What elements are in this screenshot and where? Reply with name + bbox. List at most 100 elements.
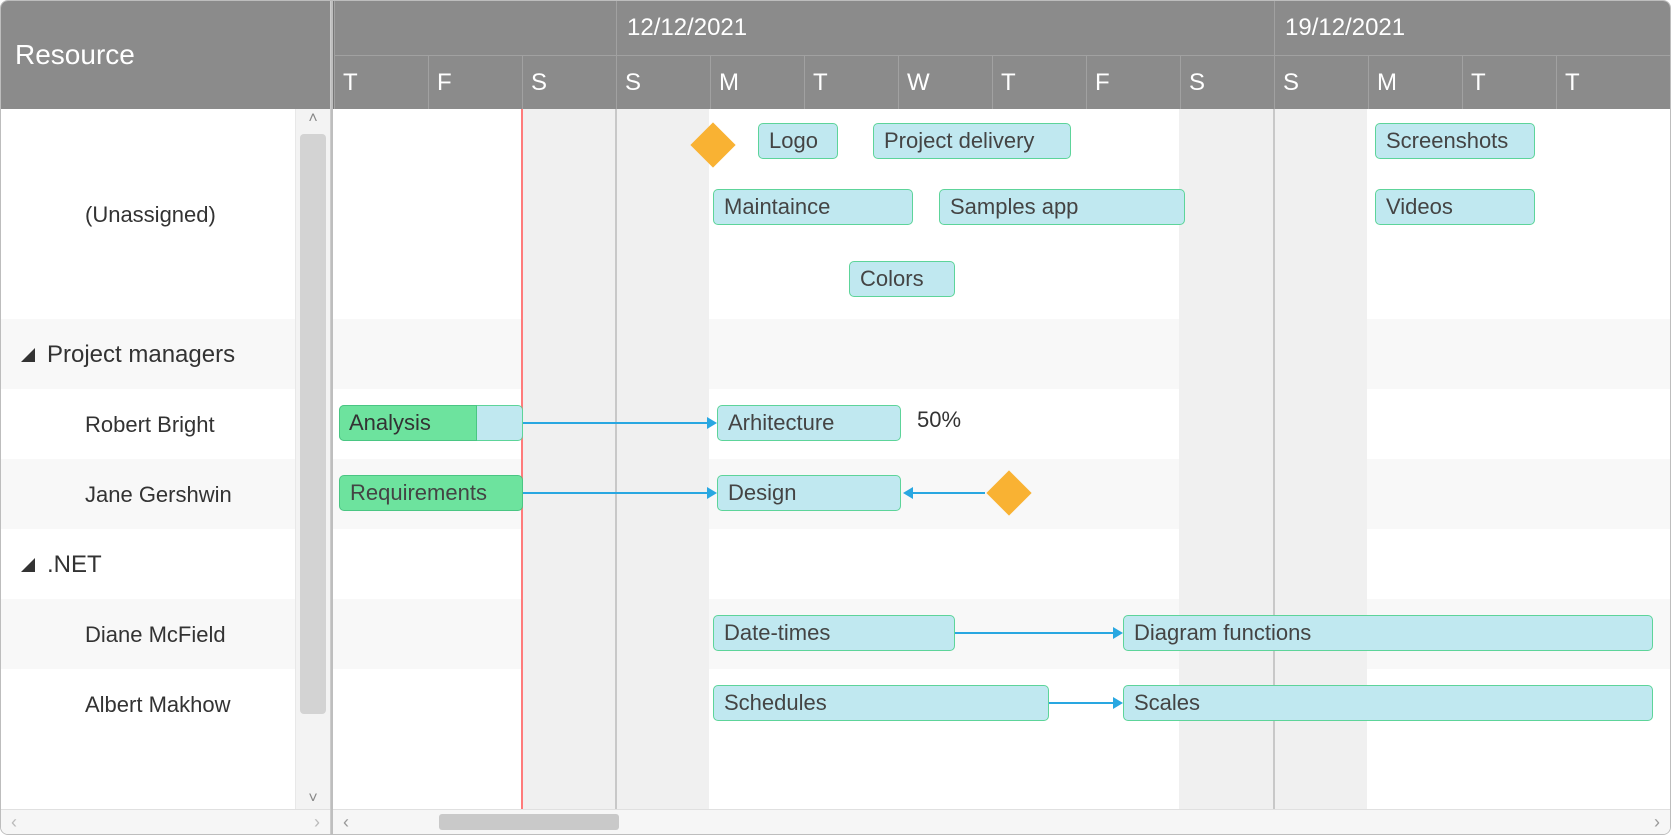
task-label: Videos (1386, 194, 1453, 220)
task-label: Arhitecture (728, 410, 834, 436)
task-label: Analysis (349, 410, 431, 436)
scroll-left-icon[interactable]: ‹ (333, 812, 359, 833)
resource-label: Albert Makhow (85, 692, 231, 718)
resource-row-dotnet[interactable]: .NET (1, 529, 295, 599)
resource-row-diane[interactable]: Diane McField (1, 599, 295, 669)
scroll-left-icon[interactable]: ‹ (11, 812, 17, 833)
day-label: S (1283, 69, 1299, 97)
scroll-right-icon[interactable]: › (314, 812, 320, 833)
day-row: T F S S M T W T F S S M T T (334, 55, 1670, 109)
expander-icon[interactable] (19, 556, 37, 574)
resource-header-label: Resource (15, 39, 135, 71)
resource-body: (Unassigned) Project managers Robert Bri… (1, 109, 330, 809)
resource-row-jane[interactable]: Jane Gershwin (1, 459, 295, 529)
day-cell: T (804, 55, 898, 109)
dependency-arrow-icon (903, 487, 913, 499)
dependency-arrow-icon (707, 487, 717, 499)
gantt-app: Resource (Unassigned) Project managers R… (0, 0, 1671, 835)
task-videos[interactable]: Videos (1375, 189, 1535, 225)
day-label: W (907, 69, 930, 97)
scroll-right-icon[interactable]: › (1644, 812, 1670, 833)
task-progress-label: 50% (917, 407, 961, 433)
col-line (615, 109, 617, 834)
task-screenshots[interactable]: Screenshots (1375, 123, 1535, 159)
day-label: T (1565, 69, 1580, 97)
task-requirements[interactable]: Requirements (339, 475, 523, 511)
day-label: M (1377, 69, 1397, 97)
resource-row-unassigned[interactable]: (Unassigned) (1, 109, 295, 319)
left-footer: ‹ › (1, 809, 330, 834)
day-label: T (1471, 69, 1486, 97)
scroll-thumb[interactable] (439, 814, 619, 830)
task-date-times[interactable]: Date-times (713, 615, 955, 651)
vertical-scrollbar[interactable]: ˄ ˅ (295, 109, 330, 809)
horizontal-scrollbar[interactable]: ‹ › (333, 809, 1670, 834)
resource-tree[interactable]: (Unassigned) Project managers Robert Bri… (1, 109, 295, 809)
resource-label: Diane McField (85, 622, 226, 648)
task-label: Schedules (724, 690, 827, 716)
resource-panel: Resource (Unassigned) Project managers R… (1, 1, 331, 834)
timeline-header: 12/12/2021 19/12/2021 T F S S M T W T F … (333, 1, 1670, 109)
task-maintaince[interactable]: Maintaince (713, 189, 913, 225)
task-label: Maintaince (724, 194, 830, 220)
resource-header: Resource (1, 1, 330, 109)
scroll-track[interactable] (359, 810, 1644, 834)
scroll-thumb[interactable] (300, 134, 326, 714)
task-samples-app[interactable]: Samples app (939, 189, 1185, 225)
week-cell: 19/12/2021 (1274, 1, 1670, 55)
task-scales[interactable]: Scales (1123, 685, 1653, 721)
task-schedules[interactable]: Schedules (713, 685, 1049, 721)
task-label: Diagram functions (1134, 620, 1311, 646)
day-cell: T (1462, 55, 1556, 109)
task-label: Scales (1134, 690, 1200, 716)
dependency-arrow-icon (1113, 697, 1123, 709)
dependency-line (1049, 702, 1115, 704)
dependency-line (955, 632, 1115, 634)
day-label: M (719, 69, 739, 97)
task-label: Logo (769, 128, 818, 154)
task-label: Date-times (724, 620, 830, 646)
timeline-panel: 12/12/2021 19/12/2021 T F S S M T W T F … (331, 1, 1670, 834)
task-logo[interactable]: Logo (758, 123, 838, 159)
task-label: Screenshots (1386, 128, 1508, 154)
task-analysis[interactable]: Analysis (339, 405, 523, 441)
task-colors[interactable]: Colors (849, 261, 955, 297)
resource-row-project-managers[interactable]: Project managers (1, 319, 295, 389)
week-row: 12/12/2021 19/12/2021 (334, 1, 1670, 55)
day-cell: W (898, 55, 992, 109)
day-cell: S (1180, 55, 1274, 109)
day-cell: T (1556, 55, 1670, 109)
day-cell: F (1086, 55, 1180, 109)
task-label: Samples app (950, 194, 1078, 220)
task-label: Project delivery (884, 128, 1034, 154)
resource-row-albert[interactable]: Albert Makhow (1, 669, 295, 739)
task-label: Requirements (350, 480, 487, 506)
scroll-up-icon[interactable]: ˄ (296, 109, 330, 129)
expander-icon[interactable] (19, 346, 37, 364)
day-label: F (437, 69, 452, 97)
resource-label: Project managers (47, 341, 235, 369)
day-cell: S (1274, 55, 1368, 109)
day-cell: S (522, 55, 616, 109)
week-label: 19/12/2021 (1285, 14, 1405, 42)
day-label: S (531, 69, 547, 97)
weekend-shade (521, 109, 615, 809)
dependency-arrow-icon (1113, 627, 1123, 639)
resource-label: Robert Bright (85, 412, 215, 438)
day-cell: F (428, 55, 522, 109)
scroll-down-icon[interactable]: ˅ (296, 789, 330, 809)
resource-label: .NET (47, 551, 102, 579)
day-cell: T (992, 55, 1086, 109)
task-arhitecture[interactable]: Arhitecture (717, 405, 901, 441)
week-cell: 12/12/2021 (616, 1, 1274, 55)
day-label: F (1095, 69, 1110, 97)
task-diagram-functions[interactable]: Diagram functions (1123, 615, 1653, 651)
day-cell: M (1368, 55, 1462, 109)
task-design[interactable]: Design (717, 475, 901, 511)
week-cell (334, 1, 616, 55)
task-label: Design (728, 480, 796, 506)
task-label: Colors (860, 266, 924, 292)
resource-row-robert[interactable]: Robert Bright (1, 389, 295, 459)
task-project-delivery[interactable]: Project delivery (873, 123, 1071, 159)
gantt-grid[interactable]: Logo Project delivery Screenshots Mainta… (333, 109, 1670, 834)
